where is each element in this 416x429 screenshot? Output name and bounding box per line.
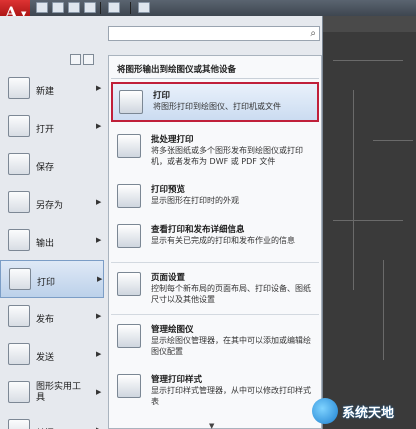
batch-plot-icon [117, 134, 141, 158]
submenu-item-desc: 显示图形在打印时的外观 [151, 196, 239, 205]
chevron-right-icon: ▶ [96, 84, 102, 92]
recent-documents-icon[interactable] [70, 54, 81, 65]
save-as-icon [8, 191, 30, 213]
printer-icon [9, 268, 31, 290]
send-icon [8, 343, 30, 365]
chevron-right-icon: ▶ [96, 236, 102, 244]
new-icon[interactable] [36, 2, 48, 13]
menu-item-new[interactable]: 新建 ▶ [0, 70, 104, 108]
open-folder-icon [8, 115, 30, 137]
submenu-item-title: 管理打印样式 [151, 375, 203, 385]
save-disk-icon [8, 153, 30, 175]
chevron-right-icon: ▶ [96, 198, 102, 206]
drawing-area-background [323, 0, 416, 429]
drawing-utilities-icon [8, 381, 30, 403]
chevron-right-icon: ▶ [96, 122, 102, 130]
submenu-item-plot-details[interactable]: 查看打印和发布详细信息 显示有关已完成的打印和发布作业的信息 [111, 218, 319, 258]
watermark-logo-icon [312, 398, 338, 424]
menu-item-label: 打印 [37, 278, 56, 288]
menu-item-export[interactable]: 输出 ▶ [0, 222, 104, 260]
plot-styles-icon [117, 374, 141, 398]
submenu-item-manage-plot-styles[interactable]: 管理打印样式 显示打印样式管理器，从中可以修改打印样式表 [111, 368, 319, 408]
search-icon: ⌕ [310, 28, 316, 39]
menu-item-label: 发布 [36, 315, 55, 325]
submenu-item-title: 管理绘图仪 [151, 325, 194, 335]
submenu-item-desc: 显示绘图仪管理器，在其中可以添加或编辑绘图仪配置 [151, 336, 311, 356]
print-submenu: 将图形输出到绘图仪或其他设备 打印 将图形打印到绘图仪、打印机或文件 批处理打印… [108, 55, 322, 429]
preview-icon [117, 184, 141, 208]
menu-item-label: 新建 [36, 87, 55, 97]
publish-icon [8, 305, 30, 327]
watermark: 系统天地 [308, 392, 416, 429]
application-menu: ⌕ 新建 ▶ 打开 ▶ 保存 另存为 ▶ 输出 ▶ 打印 ▶ 发布 ▶ 发送 ▶… [0, 16, 323, 429]
submenu-item-plot[interactable]: 打印 将图形打印到绘图仪、打印机或文件 [111, 82, 319, 122]
menu-item-publish[interactable]: 发布 ▶ [0, 298, 104, 336]
submenu-item-desc: 将图形打印到绘图仪、打印机或文件 [153, 102, 281, 111]
submenu-item-page-setup[interactable]: 页面设置 控制每个新布局的页面布局、打印设备、图纸尺寸以及其他设置 [111, 266, 319, 306]
submenu-item-desc: 控制每个新布局的页面布局、打印设备、图纸尺寸以及其他设置 [151, 284, 311, 304]
menu-item-label: 打开 [36, 125, 55, 135]
submenu-item-manage-plotters[interactable]: 管理绘图仪 显示绘图仪管理器，在其中可以添加或编辑绘图仪配置 [111, 318, 319, 358]
menu-item-label: 输出 [36, 239, 55, 249]
chevron-right-icon: ▶ [96, 350, 102, 358]
plotter-manager-icon [117, 324, 141, 348]
submenu-item-desc: 显示有关已完成的打印和发布作业的信息 [151, 236, 295, 245]
chevron-right-icon: ▶ [96, 312, 102, 320]
submenu-item-desc: 将多张图纸或多个图形发布到绘图仪或打印机，或者发布为 DWF 或 PDF 文件 [151, 146, 303, 166]
redo-icon[interactable] [108, 2, 120, 13]
menu-item-print[interactable]: 打印 ▶ [0, 260, 104, 298]
submenu-item-plot-preview[interactable]: 打印预览 显示图形在打印时的外观 [111, 178, 319, 218]
submenu-item-title: 打印 [153, 91, 171, 101]
save-icon[interactable] [68, 2, 80, 13]
menu-item-label: 图形实用工具 [36, 382, 82, 403]
search-input[interactable]: ⌕ [108, 26, 320, 41]
chevron-right-icon: ▶ [96, 388, 102, 396]
menu-item-drawing-utilities[interactable]: 图形实用工具 ▶ [0, 374, 104, 412]
plot-icon[interactable] [138, 2, 150, 13]
close-folder-icon [8, 419, 30, 429]
undo-icon[interactable] [84, 2, 96, 13]
open-icon[interactable] [52, 2, 64, 13]
menu-item-save-as[interactable]: 另存为 ▶ [0, 184, 104, 222]
menu-item-label: 保存 [36, 163, 55, 173]
new-file-icon [8, 77, 30, 99]
view-toggle-icons [70, 54, 96, 68]
submenu-item-title: 批处理打印 [151, 135, 194, 145]
menu-item-label: 发送 [36, 353, 55, 363]
export-icon [8, 229, 30, 251]
submenu-item-title: 查看打印和发布详细信息 [151, 225, 245, 235]
chevron-right-icon: ▶ [97, 275, 103, 283]
submenu-item-batch-plot[interactable]: 批处理打印 将多张图纸或多个图形发布到绘图仪或打印机，或者发布为 DWF 或 P… [111, 128, 319, 168]
submenu-item-title: 打印预览 [151, 185, 186, 195]
quick-access-toolbar [0, 0, 416, 16]
submenu-title: 将图形输出到绘图仪或其他设备 [117, 65, 237, 75]
watermark-text: 系统天地 [342, 406, 395, 421]
open-documents-icon[interactable] [83, 54, 94, 65]
printer-icon [119, 90, 143, 114]
menu-item-open[interactable]: 打开 ▶ [0, 108, 104, 146]
menu-item-label: 另存为 [36, 201, 64, 211]
submenu-item-desc: 显示打印样式管理器，从中可以修改打印样式表 [151, 386, 311, 406]
submenu-item-title: 页面设置 [151, 273, 186, 283]
scroll-down-icon[interactable]: ▼ [209, 422, 214, 429]
menu-item-save[interactable]: 保存 [0, 146, 104, 184]
plot-details-icon [117, 224, 141, 248]
menu-item-send[interactable]: 发送 ▶ [0, 336, 104, 374]
page-setup-icon [117, 272, 141, 296]
menu-item-close[interactable]: 关闭 ▶ [0, 412, 104, 429]
